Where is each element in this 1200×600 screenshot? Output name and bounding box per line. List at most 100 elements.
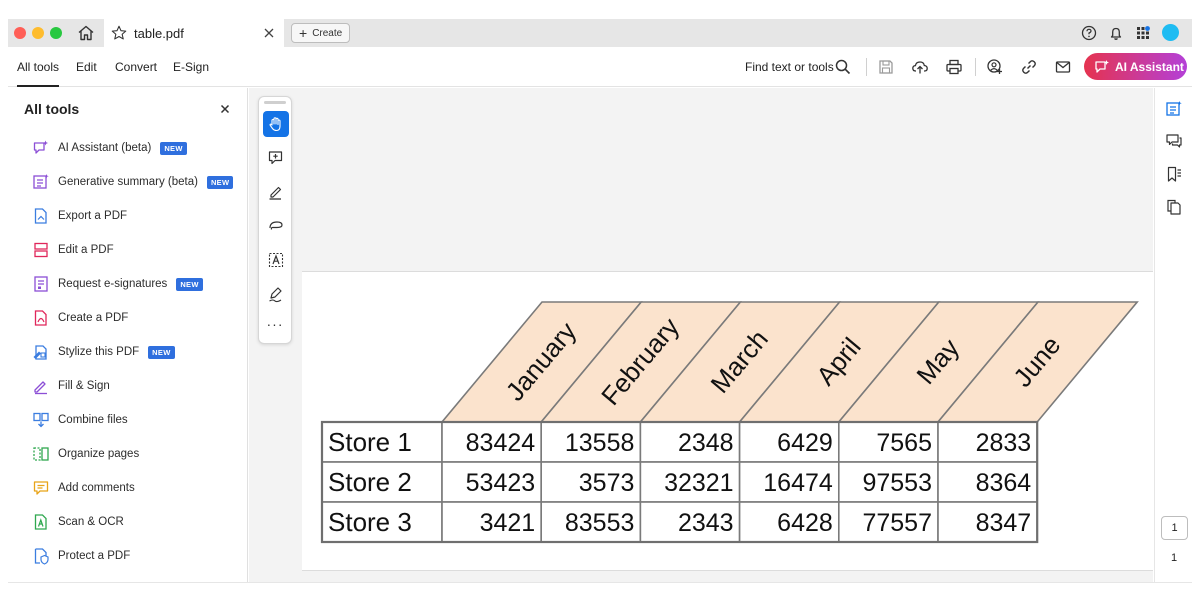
tool-label: Request e-signatures [58, 278, 168, 290]
drag-grip[interactable] [264, 101, 286, 104]
tool-stylize-pdf[interactable]: Stylize this PDF NEW [32, 342, 175, 362]
value-label: 16474 [763, 469, 833, 497]
tool-label: Scan & OCR [58, 516, 124, 528]
cloud-upload-icon[interactable] [911, 58, 929, 76]
pages-thumbnails-icon[interactable] [1165, 198, 1183, 216]
tool-label: Organize pages [58, 448, 140, 460]
panel-title: All tools [24, 101, 80, 117]
value-label: 3573 [579, 469, 635, 497]
window-bottom-edge [8, 582, 1192, 583]
create-button[interactable]: + Create [291, 23, 350, 43]
bookmarks-icon[interactable] [1165, 165, 1183, 183]
highlighter-icon[interactable] [263, 179, 289, 205]
tool-label: Fill & Sign [58, 380, 110, 392]
total-pages: 1 [1170, 552, 1178, 564]
create-label: Create [312, 27, 343, 39]
protect-pdf-icon [34, 548, 49, 565]
ai-assistant-icon [33, 140, 48, 154]
stylize-pdf-icon [33, 345, 47, 360]
close-tab-icon[interactable] [260, 24, 278, 42]
draw-freehand-icon[interactable] [263, 213, 289, 239]
email-icon[interactable] [1054, 58, 1072, 76]
tool-generative-summary[interactable]: Generative summary (beta) NEW [32, 172, 234, 192]
value-label: 6428 [777, 509, 833, 537]
menu-bar: All tools Edit Convert E-Sign Find text … [8, 47, 1192, 87]
fill-sign-icon [34, 381, 47, 395]
tool-add-comments[interactable]: Add comments [32, 478, 135, 498]
new-badge: NEW [206, 175, 234, 189]
new-badge: NEW [176, 277, 203, 291]
tool-edit-pdf[interactable]: Edit a PDF [32, 240, 114, 260]
value-label: 8364 [976, 469, 1032, 497]
title-bar: table.pdf + Create [8, 19, 1192, 47]
all-tools-panel: All tools AI Assistant (beta) NEW Genera… [8, 88, 248, 582]
add-comment-icon[interactable] [263, 145, 289, 171]
quick-tools-strip: ··· [258, 96, 292, 344]
menu-edit[interactable]: Edit [76, 60, 97, 74]
value-label: 97553 [862, 469, 932, 497]
apps-grid-icon[interactable] [1134, 24, 1152, 42]
search-icon[interactable] [834, 58, 852, 76]
sign-pen-icon[interactable] [263, 281, 289, 307]
home-icon[interactable] [76, 23, 96, 43]
minimize-window-button[interactable] [32, 27, 44, 39]
document-viewport[interactable]: January February March April May June Store 18… [249, 88, 1153, 582]
share-user-icon[interactable] [986, 58, 1004, 76]
more-tools-icon[interactable]: ··· [259, 317, 291, 331]
comments-panel-icon[interactable] [1165, 132, 1183, 150]
bell-icon[interactable] [1107, 24, 1125, 42]
tool-label: Generative summary (beta) [58, 176, 198, 188]
value-label: 77557 [862, 509, 932, 537]
menu-all-tools[interactable]: All tools [17, 60, 60, 87]
print-icon[interactable] [945, 58, 963, 76]
request-esign-icon [34, 276, 48, 292]
toolbar-divider [975, 58, 976, 76]
combine-files-icon [33, 412, 49, 428]
document-tab[interactable]: table.pdf [104, 19, 284, 47]
ai-assistant-button[interactable]: AI Assistant [1084, 53, 1187, 80]
store-label: Store 2 [328, 467, 412, 497]
value-label: 2343 [678, 509, 734, 537]
close-window-button[interactable] [14, 27, 26, 39]
store-label: Store 3 [328, 507, 412, 537]
zoom-window-button[interactable] [50, 27, 62, 39]
create-pdf-icon [34, 310, 47, 326]
new-badge: NEW [160, 141, 187, 155]
tool-organize-pages[interactable]: Organize pages [32, 444, 139, 464]
star-icon[interactable] [110, 24, 128, 42]
toolbar-divider [866, 58, 867, 76]
tool-label: Stylize this PDF [58, 346, 140, 358]
tool-combine-files[interactable]: Combine files [32, 410, 128, 430]
tool-create-pdf[interactable]: Create a PDF [32, 308, 128, 328]
value-label: 2833 [976, 429, 1032, 457]
avatar[interactable] [1162, 24, 1179, 41]
right-rail: 1 1 [1154, 88, 1192, 582]
tool-ai-assistant[interactable]: AI Assistant (beta) NEW [32, 138, 187, 158]
help-icon[interactable] [1080, 24, 1098, 42]
hand-tool-icon[interactable] [263, 111, 289, 137]
generative-summary-icon[interactable] [1165, 100, 1183, 118]
text-box-icon[interactable] [263, 247, 289, 273]
link-icon[interactable] [1020, 58, 1038, 76]
value-label: 53423 [466, 469, 536, 497]
tool-label: Edit a PDF [58, 244, 114, 256]
tool-fill-sign[interactable]: Fill & Sign [32, 376, 110, 396]
value-label: 7565 [876, 429, 932, 457]
current-page-input[interactable]: 1 [1161, 516, 1188, 540]
tool-request-esignatures[interactable]: Request e-signatures NEW [32, 274, 203, 294]
save-icon[interactable] [877, 58, 895, 76]
find-text-or-tools[interactable]: Find text or tools [745, 60, 834, 74]
menu-esign[interactable]: E-Sign [173, 60, 209, 74]
close-panel-icon[interactable] [218, 102, 232, 116]
value-label: 8347 [976, 509, 1032, 537]
tool-scan-ocr[interactable]: Scan & OCR [32, 512, 124, 532]
tool-label: Export a PDF [58, 210, 128, 222]
tab-title: table.pdf [134, 25, 184, 41]
tool-protect-pdf[interactable]: Protect a PDF [32, 546, 130, 566]
value-label: 3421 [480, 509, 536, 537]
organize-pages-icon [33, 447, 49, 461]
export-pdf-icon [34, 208, 47, 224]
menu-convert[interactable]: Convert [115, 60, 157, 74]
tool-label: Add comments [58, 482, 135, 494]
tool-export-pdf[interactable]: Export a PDF [32, 206, 127, 226]
